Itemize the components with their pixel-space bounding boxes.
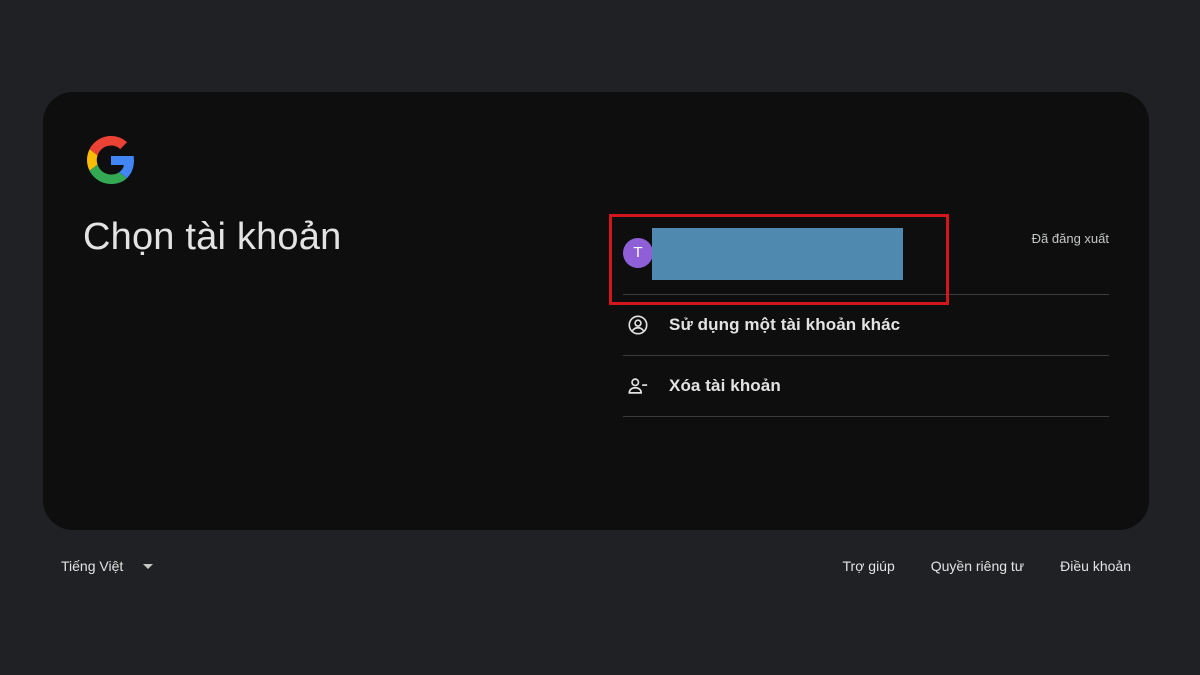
account-list: T Đã đăng xuất Sử dụng một tài khoản khá… <box>609 212 1109 417</box>
help-link[interactable]: Trợ giúp <box>843 558 895 574</box>
footer-links: Trợ giúp Quyền riêng tư Điều khoản <box>843 558 1131 574</box>
footer: Tiếng Việt Trợ giúp Quyền riêng tư Điều … <box>0 556 1200 580</box>
highlight-box <box>609 214 949 305</box>
account-chooser-card: Chọn tài khoản T Đã đăng xuất Sử dụng mộ… <box>43 92 1149 530</box>
remove-account-button[interactable]: Xóa tài khoản <box>623 356 1109 417</box>
option-label: Xóa tài khoản <box>669 376 781 395</box>
use-another-account-button[interactable]: Sử dụng một tài khoản khác <box>623 295 1109 356</box>
page-title: Chọn tài khoản <box>83 216 342 258</box>
language-label: Tiếng Việt <box>61 558 124 574</box>
remove-account-icon <box>627 375 649 397</box>
terms-link[interactable]: Điều khoản <box>1060 558 1131 574</box>
privacy-link[interactable]: Quyền riêng tư <box>931 558 1024 574</box>
google-g-icon <box>87 136 134 184</box>
caret-down-icon <box>143 563 154 569</box>
account-circle-icon <box>627 314 649 336</box>
account-row[interactable]: T Đã đăng xuất <box>609 212 1109 305</box>
language-select[interactable]: Tiếng Việt <box>61 558 154 574</box>
account-status: Đã đăng xuất <box>1031 231 1109 246</box>
page: Chọn tài khoản T Đã đăng xuất Sử dụng mộ… <box>0 0 1200 675</box>
option-label: Sử dụng một tài khoản khác <box>669 315 901 334</box>
